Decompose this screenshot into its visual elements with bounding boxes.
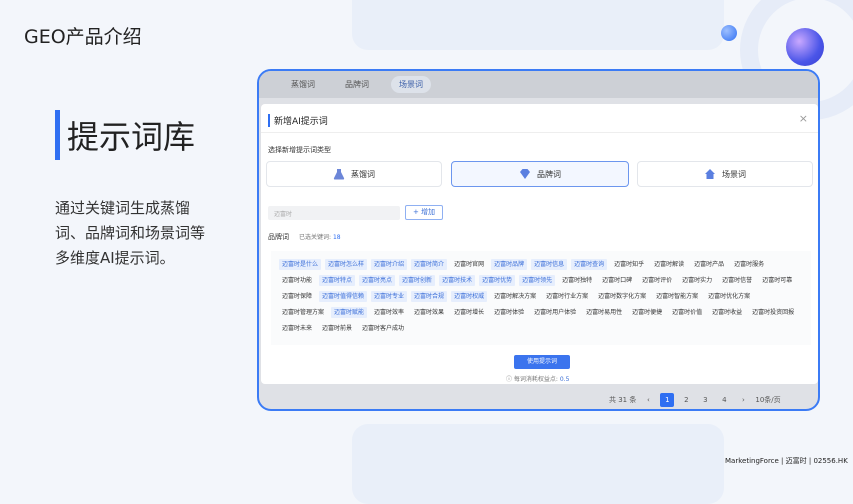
tab-bar: 蒸馏词 品牌词 场景词 (259, 71, 818, 98)
keyword-tag[interactable]: 迈富时是什么 (279, 259, 322, 270)
decor-ball-large (786, 28, 824, 66)
keyword-tag[interactable]: 迈富时便捷 (629, 307, 665, 318)
page-2[interactable]: 2 (679, 393, 693, 407)
keyword-tag[interactable]: 迈富时解读 (651, 259, 687, 270)
modal-divider (261, 132, 818, 133)
section-description: 通过关键词生成蒸馏词、品牌词和场景词等多维度AI提示词。 (55, 199, 206, 267)
keyword-tag[interactable]: 迈富时实力 (679, 275, 715, 286)
keyword-tag[interactable]: 迈富时领先 (519, 275, 556, 286)
keyword-tag[interactable]: 迈富时可靠 (759, 275, 795, 286)
keyword-tag[interactable]: 迈富时信息 (531, 259, 568, 270)
keyword-tag[interactable]: 迈富时查询 (571, 259, 608, 270)
keyword-tag[interactable]: 迈富时技术 (439, 275, 476, 286)
flask-icon (333, 169, 345, 180)
app-screenshot: 蒸馏词 品牌词 场景词 新增AI提示词 × 选择新增提示词类型 蒸馏词 品牌词 … (257, 69, 820, 411)
keyword-tag[interactable]: 迈富时客户成功 (359, 323, 407, 334)
added-label-text: 已选关键词: (299, 234, 332, 241)
keyword-tag[interactable]: 迈富时简介 (411, 259, 448, 270)
keyword-tag[interactable]: 迈富时口碑 (599, 275, 635, 286)
keyword-tag[interactable]: 迈富时功能 (279, 275, 315, 286)
add-keyword-button[interactable]: + 增加 (405, 205, 443, 220)
next-page-icon[interactable]: › (736, 393, 750, 407)
brand-word-label: 品牌词 (268, 233, 289, 241)
tab-scene[interactable]: 场景词 (391, 76, 431, 93)
keyword-tag[interactable]: 迈富时赋能 (331, 307, 368, 318)
add-prompt-modal: 新增AI提示词 × 选择新增提示词类型 蒸馏词 品牌词 场景词 迈富时 + 增加… (261, 104, 818, 384)
keyword-tag[interactable]: 迈富时未来 (279, 323, 315, 334)
close-icon[interactable]: × (799, 112, 808, 125)
pagination-total: 共 31 条 (609, 396, 637, 404)
keyword-tag[interactable]: 迈富时效果 (411, 307, 447, 318)
keyword-tag[interactable]: 迈富时合规 (411, 291, 448, 302)
added-keywords-label: 已选关键词: 18 (299, 232, 341, 241)
keyword-tag[interactable]: 迈富时效率 (371, 307, 407, 318)
keyword-tag[interactable]: 迈富时优化方案 (705, 291, 753, 302)
brand-logo-text: MarketingForce | 迈富时 | 02556.HK (725, 457, 848, 465)
keyword-tag[interactable]: 迈富时专业 (371, 291, 408, 302)
bg-panel-bottom (352, 424, 724, 504)
tab-brand[interactable]: 品牌词 (337, 76, 377, 93)
keyword-tag[interactable]: 迈富时优势 (479, 275, 516, 286)
keyword-tag[interactable]: 迈富时官网 (451, 259, 487, 270)
type-card-label: 蒸馏词 (351, 169, 375, 179)
keyword-list: 迈富时是什么 迈富时怎么样 迈富时介绍 迈富时简介 迈富时官网 迈富时品牌 迈富时信息 迈富时… (271, 251, 811, 345)
house-icon (705, 169, 715, 179)
keyword-tag[interactable]: 迈富时亮点 (359, 275, 396, 286)
pagination: 共 31 条 ‹ 1 2 3 4 › 10条/页 (609, 393, 781, 407)
page-size-select[interactable]: 10条/页 (755, 395, 780, 405)
keyword-tag[interactable]: 迈富时收益 (709, 307, 745, 318)
keyword-tag[interactable]: 迈富时管理方案 (279, 307, 327, 318)
keyword-tag[interactable]: 迈富时信誉 (719, 275, 755, 286)
keyword-tag[interactable]: 迈富时用户体验 (531, 307, 579, 318)
keyword-tag[interactable]: 迈富时体验 (491, 307, 527, 318)
type-card-brand[interactable]: 品牌词 (451, 161, 629, 187)
cost-hint-text: 每词消耗权益点: (513, 376, 558, 383)
type-card-label: 场景词 (722, 169, 746, 179)
keyword-input[interactable]: 迈富时 (268, 206, 400, 220)
keyword-tag[interactable]: 迈富时行业方案 (543, 291, 591, 302)
page-3[interactable]: 3 (698, 393, 712, 407)
diamond-icon (520, 169, 530, 179)
keyword-tag[interactable]: 迈富时独特 (559, 275, 595, 286)
keyword-tag[interactable]: 迈富时投资回报 (749, 307, 797, 318)
keyword-tag[interactable]: 迈富时保障 (279, 291, 315, 302)
page-header: GEO产品介绍 (24, 26, 142, 48)
prev-page-icon[interactable]: ‹ (641, 393, 655, 407)
page-1[interactable]: 1 (660, 393, 675, 407)
keyword-tag[interactable]: 迈富时权威 (451, 291, 488, 302)
bg-panel-top (352, 0, 724, 50)
keyword-tag[interactable]: 迈富时智能方案 (653, 291, 701, 302)
keyword-tag[interactable]: 迈富时解决方案 (491, 291, 539, 302)
keyword-tag[interactable]: 迈富时服务 (731, 259, 767, 270)
section-title: 提示词库 (67, 118, 196, 156)
cost-hint-value: 0.5 (559, 376, 570, 383)
type-card-distill[interactable]: 蒸馏词 (266, 161, 442, 187)
keyword-tag[interactable]: 迈富时品牌 (491, 259, 528, 270)
keyword-tag[interactable]: 迈富时知乎 (611, 259, 647, 270)
keyword-tag[interactable]: 迈富时易用性 (583, 307, 625, 318)
keyword-tag[interactable]: 迈富时评价 (639, 275, 675, 286)
keyword-tag[interactable]: 迈富时创新 (399, 275, 436, 286)
page-4[interactable]: 4 (717, 393, 731, 407)
keyword-tag[interactable]: 迈富时怎么样 (325, 259, 368, 270)
keyword-tag[interactable]: 迈富时价值 (669, 307, 705, 318)
cost-hint: ⓘ 每词消耗权益点: 0.5 (506, 376, 570, 383)
keyword-tag[interactable]: 迈富时介绍 (371, 259, 408, 270)
title-accent-bar (55, 110, 60, 160)
keyword-tag[interactable]: 迈富时前景 (319, 323, 355, 334)
decor-ball-small (721, 25, 737, 41)
type-card-scene[interactable]: 场景词 (637, 161, 813, 187)
added-count: 18 (332, 234, 341, 241)
tab-distill[interactable]: 蒸馏词 (283, 76, 323, 93)
keyword-tag[interactable]: 迈富时增长 (451, 307, 487, 318)
keyword-tag[interactable]: 迈富时数字化方案 (595, 291, 649, 302)
keyword-tag[interactable]: 迈富时特点 (319, 275, 356, 286)
modal-title: 新增AI提示词 (268, 114, 328, 127)
use-prompt-button[interactable]: 使用提示词 (514, 355, 570, 369)
keyword-tag[interactable]: 迈富时产品 (691, 259, 727, 270)
keyword-tag[interactable]: 迈富时值得信赖 (319, 291, 368, 302)
type-card-label: 品牌词 (537, 169, 561, 179)
brand-logo: MarketingForce | 迈富时 | 02556.HK (725, 456, 848, 466)
select-type-label: 选择新增提示词类型 (268, 146, 331, 154)
